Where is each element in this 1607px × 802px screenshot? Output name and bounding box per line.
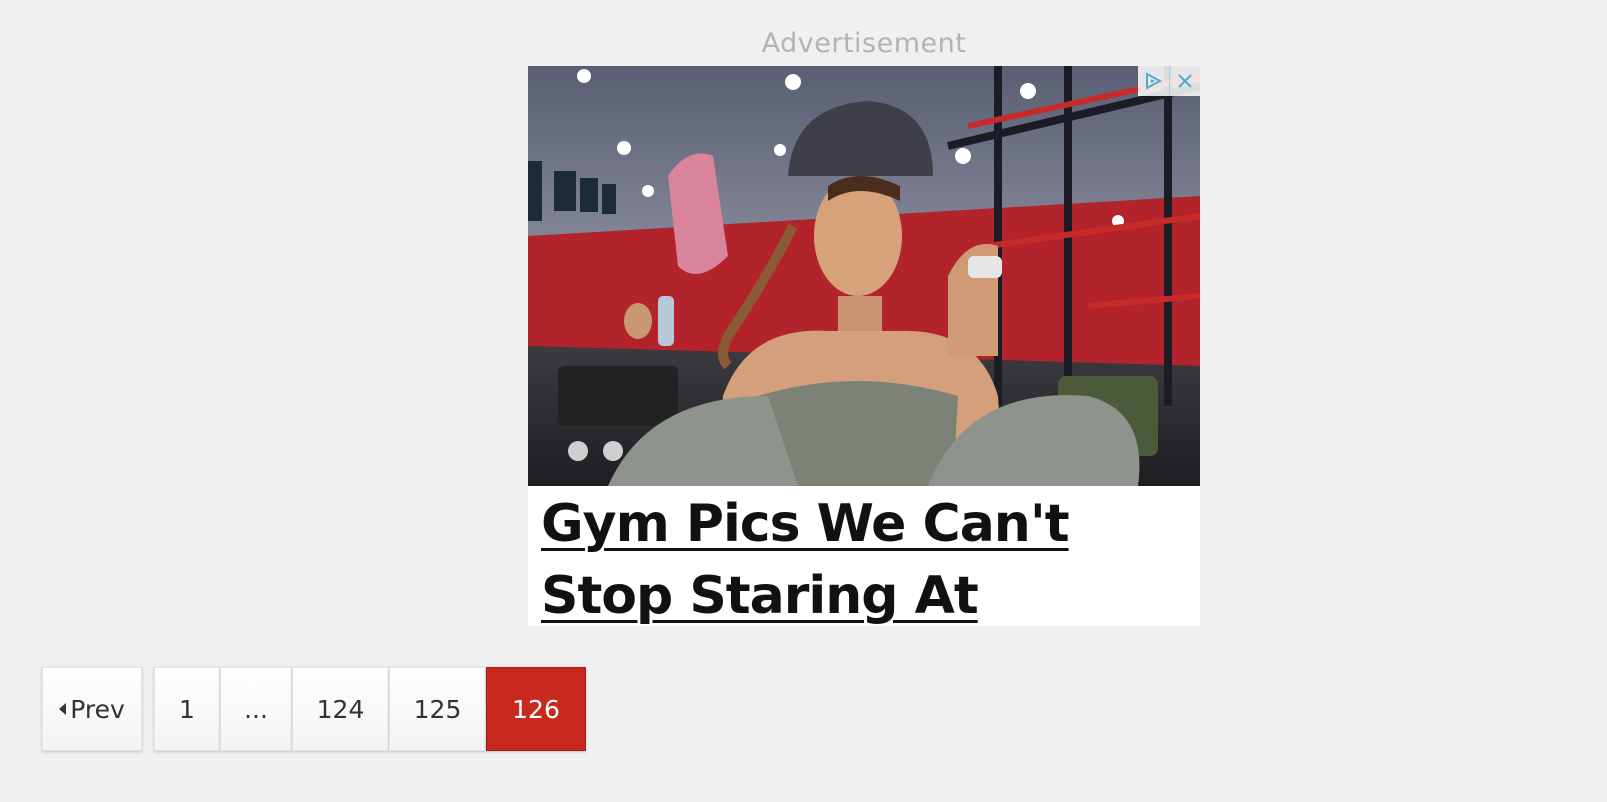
page-button-1[interactable]: 1 <box>154 667 220 751</box>
prev-page-button[interactable]: Prev <box>42 667 142 751</box>
ad-choices-bar[interactable] <box>1138 66 1200 96</box>
ad-image[interactable] <box>528 66 1200 486</box>
ad-banner[interactable]: Gym Pics We Can't Stop Staring At <box>528 66 1200 626</box>
gym-photo <box>528 66 1200 486</box>
adchoices-icon[interactable] <box>1138 66 1169 96</box>
caret-left-icon <box>59 703 67 715</box>
ad-headline[interactable]: Gym Pics We Can't Stop Staring At <box>541 488 1181 626</box>
page-button-125[interactable]: 125 <box>389 667 486 751</box>
prev-label: Prev <box>70 694 125 724</box>
page-button-124[interactable]: 124 <box>292 667 389 751</box>
page-ellipsis: ... <box>220 667 292 751</box>
close-icon[interactable] <box>1168 66 1201 96</box>
page-button-126-current[interactable]: 126 <box>486 667 586 751</box>
advertisement-label: Advertisement <box>761 28 967 59</box>
